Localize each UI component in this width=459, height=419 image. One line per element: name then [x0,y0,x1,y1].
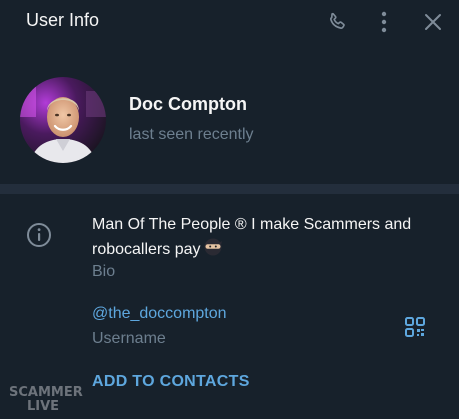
bio-label: Bio [92,263,116,280]
bio-text-content: Man Of The People ® I make Scammers and … [92,216,412,258]
avatar[interactable] [20,77,106,163]
last-seen-status: last seen recently [129,126,254,143]
profile-name: Doc Compton [129,94,247,114]
svg-text:LIVE: LIVE [27,399,59,413]
ninja-emoji-icon [203,237,223,265]
user-info-panel: User Info Doc Compton last seen recently… [0,0,459,419]
bio-text: Man Of The People ® I make Scammers and … [92,213,437,265]
username-label: Username [92,330,166,347]
scammer-live-watermark: SCAMMER LIVE [9,383,93,414]
add-to-contacts-button[interactable]: ADD TO CONTACTS [92,373,250,391]
info-icon [26,222,52,248]
svg-text:SCAMMER: SCAMMER [9,385,83,400]
more-vertical-icon[interactable] [372,10,396,34]
qr-code-icon[interactable] [404,316,426,338]
phone-icon[interactable] [325,10,349,34]
close-icon[interactable] [421,10,445,34]
section-divider [0,184,459,194]
header: User Info [0,0,459,44]
panel-title: User Info [26,10,100,30]
username-link[interactable]: @the_doccompton [92,305,227,323]
